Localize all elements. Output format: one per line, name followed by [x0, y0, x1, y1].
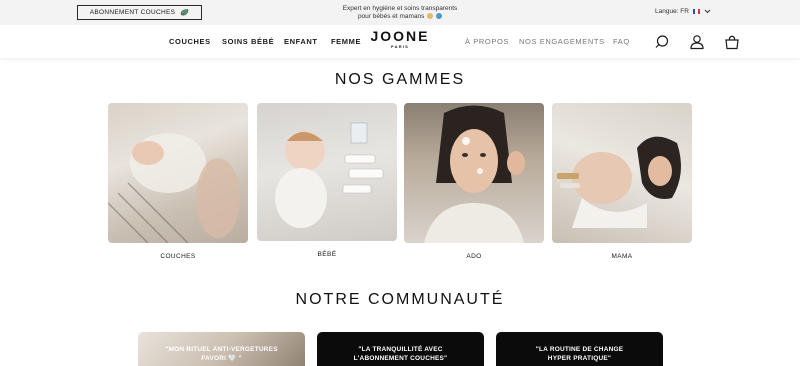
community-card-vergetures[interactable]: "MON RITUEL ANTI-VERGETURES FAVORI 🤍 " [138, 332, 305, 366]
subscription-button-label: ABONNEMENT COUCHES [89, 9, 176, 16]
ado-photo [404, 103, 544, 243]
leaf-truck-icon [180, 8, 189, 15]
couches-photo [108, 103, 248, 243]
nav-enfant[interactable]: ENFANT [284, 37, 318, 46]
chevron-down-icon [704, 9, 711, 14]
promo-line-2: pour bébés et mamans [357, 12, 425, 20]
community-quote-1-line2: FAVORI 🤍 " [201, 355, 242, 362]
brand-logo[interactable]: JOONE PARIS [368, 28, 432, 50]
community-card-routine[interactable]: "LA ROUTINE DE CHANGE HYPER PRATIQUE" [496, 332, 663, 366]
promo-text: Expert en hygiène et soins transparents … [310, 5, 490, 20]
gamme-card-ado[interactable]: ADO [404, 103, 544, 260]
language-selector[interactable]: Langue: FR [655, 8, 711, 15]
gamme-label-bebe: BÉBÉ [317, 251, 337, 258]
cart-icon[interactable] [724, 34, 740, 50]
nav-faq[interactable]: FAQ [613, 37, 630, 46]
language-label: Langue: FR [655, 8, 689, 15]
community-quote-3-line2: HYPER PRATIQUE" [547, 355, 612, 362]
nav-couches[interactable]: COUCHES [169, 37, 211, 46]
logo-word: JOONE [370, 28, 430, 44]
search-icon[interactable] [654, 34, 670, 50]
gamme-label-couches: COUCHES [160, 253, 196, 260]
nav-engagements[interactable]: NOS ENGAGEMENTS [519, 37, 605, 46]
france-flag-icon [692, 9, 700, 14]
community-quote-3-line1: "LA ROUTINE DE CHANGE [535, 346, 624, 353]
gamme-card-bebe[interactable]: BÉBÉ [257, 103, 397, 258]
community-quote-2-line1: "LA TRANQUILLITÉ AVEC [358, 346, 443, 353]
promo-line-1: Expert en hygiène et soins transparents [342, 5, 458, 12]
gamme-label-mama: MAMA [611, 253, 633, 260]
community-quote-1-line1: "MON RITUEL ANTI-VERGETURES [165, 346, 278, 353]
subscription-button[interactable]: ABONNEMENT COUCHES [77, 5, 202, 20]
section-title-communaute: NOTRE COMMUNAUTÉ [295, 291, 505, 308]
logo-city: PARIS [391, 44, 409, 49]
gamme-card-mama[interactable]: MAMA [552, 103, 692, 260]
nav-a-propos[interactable]: À PROPOS [465, 37, 509, 46]
mama-photo [552, 103, 692, 243]
community-quote-2-line2: L'ABONNEMENT COUCHES" [353, 355, 448, 362]
top-bar: ABONNEMENT COUCHES Expert en hygiène et … [0, 0, 800, 25]
baby-emoji-icon [427, 12, 434, 19]
gamme-label-ado: ADO [466, 253, 482, 260]
earth-emoji-icon [436, 12, 443, 19]
nav-soins-bebe[interactable]: SOINS BÉBÉ [222, 37, 274, 46]
gamme-card-couches[interactable]: COUCHES [108, 103, 248, 260]
nav-femme[interactable]: FEMME [331, 37, 361, 46]
account-icon[interactable] [689, 34, 705, 50]
main-navigation: COUCHES SOINS BÉBÉ ENFANT FEMME JOONE PA… [0, 25, 800, 58]
section-title-gammes: NOS GAMMES [334, 71, 466, 88]
community-card-abonnement[interactable]: "LA TRANQUILLITÉ AVEC L'ABONNEMENT COUCH… [317, 332, 484, 366]
bebe-photo [257, 103, 397, 241]
